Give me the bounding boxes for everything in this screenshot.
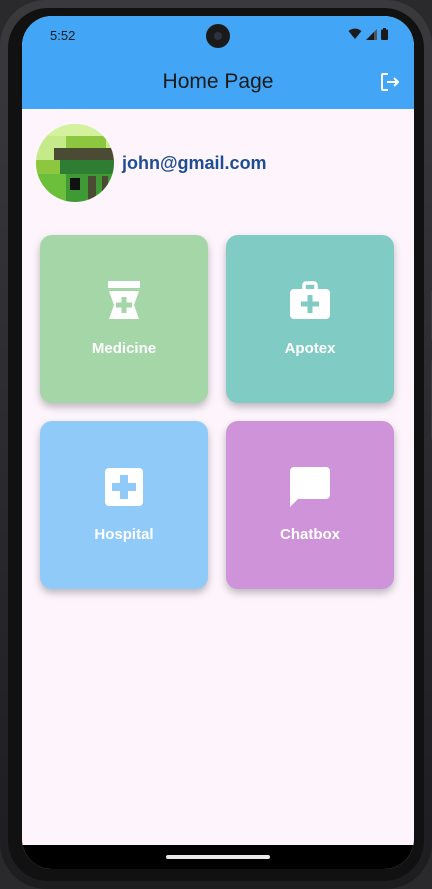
tile-label: Medicine [91,340,157,357]
tile-label: Hospital [94,526,154,543]
phone-frame: 5:52 Home Page john@gmail.com Medicine A… [0,0,432,889]
status-time: 5:52 [50,28,76,43]
cell-signal-icon [366,28,377,40]
logout-icon [381,73,399,91]
tile-apotex[interactable]: Apotex [226,235,394,403]
tile-chatbox[interactable]: Chatbox [226,421,394,589]
home-indicator[interactable] [166,855,270,859]
chat-bubble-icon [290,467,330,507]
profile-header: john@gmail.com [36,124,267,202]
avatar[interactable] [36,124,114,202]
wifi-icon [348,28,362,39]
tile-label: Chatbox [280,526,340,543]
app-bar: Home Page [22,56,414,109]
medication-icon [108,281,140,319]
medical-bag-icon [290,281,330,319]
hospital-cross-icon [105,468,143,506]
front-camera [206,24,230,48]
screen: 5:52 Home Page john@gmail.com Medicine A… [22,16,414,869]
status-bar: 5:52 [22,16,414,56]
tile-label: Apotex [284,340,336,357]
gesture-nav-bar [22,845,414,869]
battery-icon [381,28,388,40]
status-icons [348,28,388,40]
user-email: john@gmail.com [122,152,267,173]
page-title: Home Page [162,70,274,93]
tile-hospital[interactable]: Hospital [40,421,208,589]
logout-button[interactable] [378,70,402,94]
avatar-image [36,124,114,202]
tile-medicine[interactable]: Medicine [40,235,208,403]
